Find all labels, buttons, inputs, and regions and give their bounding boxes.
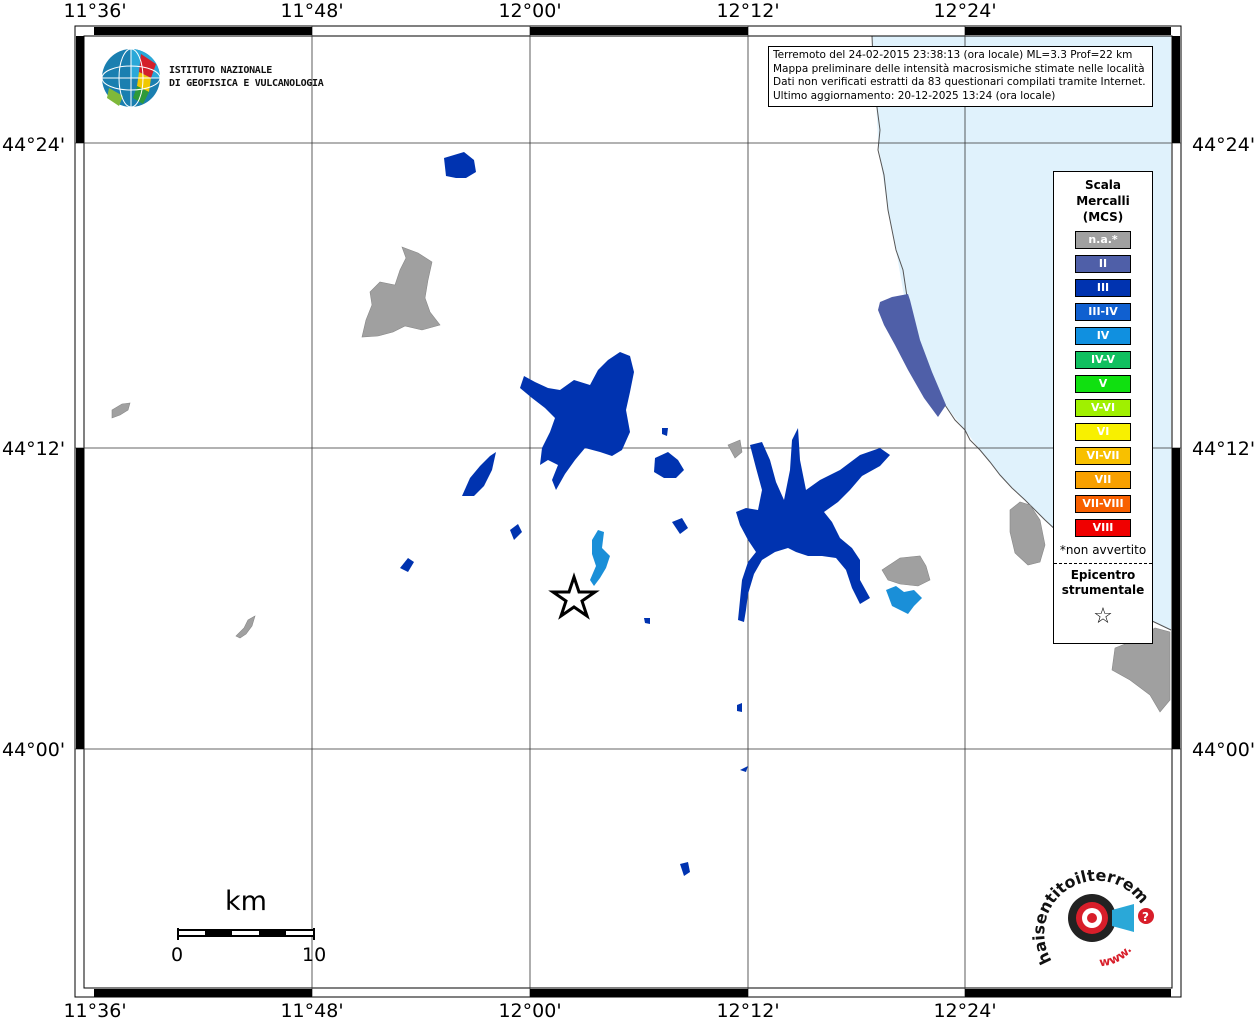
legend-items: n.a.* II III III-IV IV IV-V V V-VI VI VI-VII VII VI… <box>1054 231 1152 537</box>
lon-label-top-2: 11°48' <box>280 0 344 22</box>
scale-bar <box>177 928 315 940</box>
hsit-logo-graphic: ? haisentitoilterremoto.it www. <box>1025 851 1154 970</box>
legend-epicenter-line1: Epicentro <box>1070 568 1136 582</box>
legend-item-2: III <box>1075 279 1131 297</box>
lat-label-left-1: 44°24' <box>2 134 66 156</box>
legend-item-11: VII-VIII <box>1075 495 1131 513</box>
lon-label-top-3: 12°00' <box>498 0 562 22</box>
legend-item-7: V-VI <box>1075 399 1131 417</box>
scale-end: 10 <box>302 944 327 966</box>
event-info-box: Terremoto del 24-02-2015 23:38:13 (ora l… <box>768 46 1153 107</box>
lat-label-left-2: 44°12' <box>2 438 66 460</box>
mcs-legend: Scala Mercalli (MCS) n.a.* II III III-IV IV I… <box>1053 171 1153 644</box>
legend-item-5: IV-V <box>1075 351 1131 369</box>
legend-epicenter-label: Epicentro strumentale <box>1054 568 1152 598</box>
legend-title-line3: (MCS) <box>1082 210 1124 224</box>
legend-item-1: II <box>1075 255 1131 273</box>
lon-label-top-4: 12°12' <box>716 0 780 22</box>
legend-title-line2: Mercalli <box>1076 194 1130 208</box>
lon-label-bottom-2: 11°48' <box>280 1000 344 1022</box>
legend-item-12: VIII <box>1075 519 1131 537</box>
legend-title: Scala Mercalli (MCS) <box>1054 177 1152 225</box>
legend-item-10: VII <box>1075 471 1131 489</box>
legend-epicenter-line2: strumentale <box>1061 583 1145 597</box>
scale-start: 0 <box>171 944 184 966</box>
lon-label-top-5: 12°24' <box>933 0 997 22</box>
event-info-line3: Dati non verificati estratti da 83 quest… <box>773 76 1146 88</box>
legend-star-icon: ☆ <box>1093 604 1113 629</box>
legend-item-6: V <box>1075 375 1131 393</box>
lon-label-bottom-1: 11°36' <box>63 1000 127 1022</box>
epicenter-star <box>548 572 600 620</box>
legend-item-4: IV <box>1075 327 1131 345</box>
lon-label-bottom-3: 12°00' <box>498 1000 562 1022</box>
scale-unit: km <box>225 886 267 917</box>
event-info-line1: Terremoto del 24-02-2015 23:38:13 (ora l… <box>773 49 1133 61</box>
ingv-name-line1: ISTITUTO NAZIONALE <box>169 65 272 76</box>
legend-note: *non avvertito <box>1059 543 1147 557</box>
lon-label-bottom-4: 12°12' <box>716 1000 780 1022</box>
legend-item-3: III-IV <box>1075 303 1131 321</box>
lat-label-right-2: 44°12' <box>1192 438 1255 460</box>
lat-label-right-3: 44°00' <box>1192 739 1255 761</box>
lat-label-left-3: 44°00' <box>2 739 66 761</box>
ingv-globe-icon <box>101 48 161 108</box>
event-info-line4: Ultimo aggiornamento: 20-12-2025 13:24 (… <box>773 89 1056 102</box>
hsit-logo-url: www. <box>1098 943 1134 970</box>
ingv-logo: ISTITUTO NAZIONALE DI GEOFISICA E VULCAN… <box>101 48 331 112</box>
legend-item-8: VI <box>1075 423 1131 441</box>
legend-item-0: n.a.* <box>1075 231 1131 249</box>
legend-title-line1: Scala <box>1084 178 1122 192</box>
lon-label-bottom-5: 12°24' <box>933 1000 997 1022</box>
hsit-logo: ? haisentitoilterremoto.it www. <box>1025 851 1160 976</box>
svg-text:www.: www. <box>1098 943 1134 970</box>
legend-item-9: VI-VII <box>1075 447 1131 465</box>
lat-label-right-1: 44°24' <box>1192 134 1255 156</box>
ingv-name: ISTITUTO NAZIONALE DI GEOFISICA E VULCAN… <box>169 64 324 90</box>
legend-divider <box>1054 563 1152 564</box>
ingv-name-line2: DI GEOFISICA E VULCANOLOGIA <box>169 78 324 89</box>
svg-text:?: ? <box>1142 910 1149 924</box>
event-info-line2: Mappa preliminare delle intensità macros… <box>773 62 1145 75</box>
intensity-iii-areas <box>400 152 890 876</box>
lon-label-top-1: 11°36' <box>63 0 127 22</box>
